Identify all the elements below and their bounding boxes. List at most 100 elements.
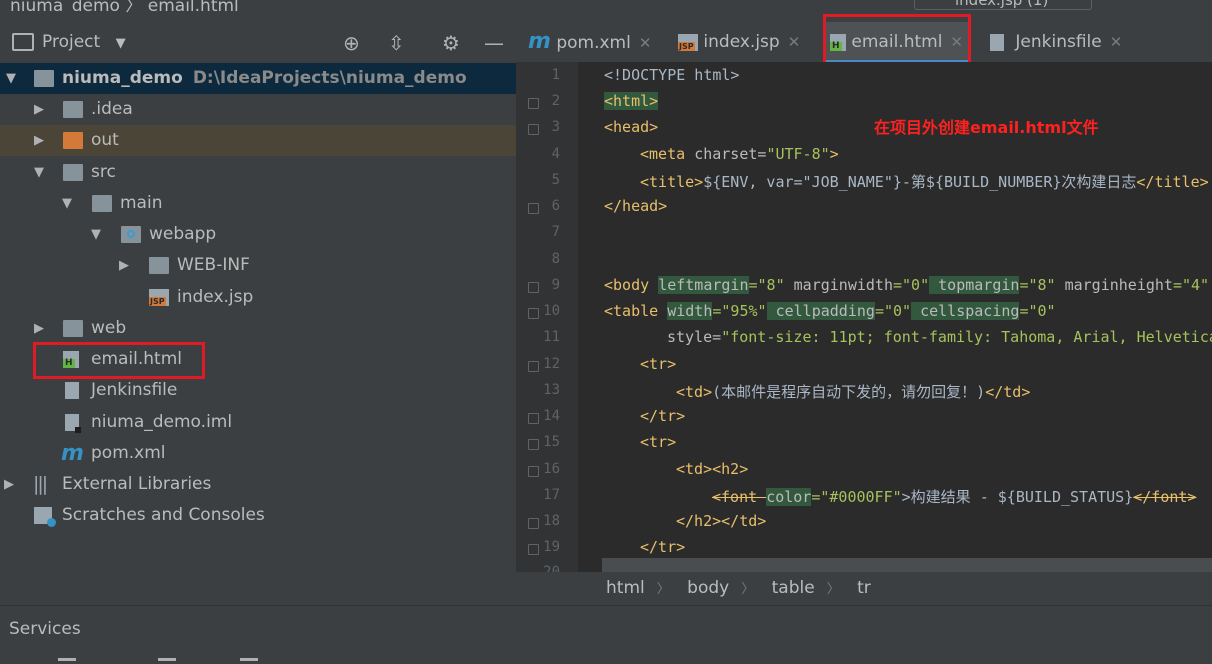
- text-file-icon: [65, 382, 79, 399]
- code-line: </h2></td>: [676, 512, 767, 530]
- chevron-down-icon[interactable]: ▼: [62, 188, 72, 219]
- tree-item-label: WEB-INF: [177, 255, 250, 275]
- services-toolbar-icon[interactable]: [240, 658, 258, 661]
- fold-marker-icon[interactable]: [528, 413, 539, 424]
- fold-marker-icon[interactable]: [528, 439, 539, 450]
- chevron-down-icon[interactable]: ▼: [34, 157, 44, 188]
- services-toolbar-icon[interactable]: [58, 658, 76, 661]
- code-line: <!DOCTYPE html>: [604, 66, 740, 84]
- code-line: </tr>: [640, 538, 686, 556]
- tree-item-out[interactable]: ▶ out: [0, 125, 516, 156]
- gear-icon[interactable]: ⚙: [442, 31, 460, 55]
- fold-marker-icon[interactable]: [528, 308, 539, 319]
- navigation-breadcrumb[interactable]: niuma_demo 〉 email.html: [10, 0, 239, 13]
- line-number: 13: [543, 382, 560, 398]
- breadcrumb-item[interactable]: body: [687, 578, 729, 598]
- tree-item-jenkinsfile[interactable]: Jenkinsfile: [0, 375, 516, 406]
- scratches-icon: [34, 507, 56, 527]
- code-line: </head>: [604, 197, 668, 215]
- chevron-down-icon: ▼: [115, 36, 126, 51]
- fold-marker-icon[interactable]: [528, 282, 539, 293]
- code-line: <meta charset="UTF-8">: [640, 145, 839, 163]
- services-toolbar-icon[interactable]: [158, 658, 176, 661]
- collapse-all-icon[interactable]: ⇳: [388, 31, 405, 55]
- tree-item-label: pom.xml: [91, 443, 166, 463]
- services-title[interactable]: Services: [9, 619, 81, 639]
- fold-marker-icon[interactable]: [528, 203, 539, 214]
- tree-item-label: External Libraries: [62, 474, 212, 494]
- project-view-selector[interactable]: Project ▼: [42, 32, 126, 52]
- run-configuration-select[interactable]: index.jsp (1): [914, 0, 1092, 10]
- tree-item-external-libraries[interactable]: ▶ ||| External Libraries: [0, 469, 516, 500]
- chevron-down-icon[interactable]: ▼: [6, 63, 16, 94]
- tree-item-web[interactable]: ▶ web: [0, 313, 516, 344]
- chevron-right-icon[interactable]: ▶: [4, 469, 14, 500]
- project-view-icon: [12, 33, 34, 51]
- code-line: style="font-size: 11pt; font-family: Tah…: [667, 328, 1212, 346]
- fold-marker-icon[interactable]: [528, 544, 539, 555]
- breadcrumb-item[interactable]: tr: [857, 578, 871, 598]
- project-panel-header: Project ▼ ⊕ ⇳ ⚙ —: [0, 24, 516, 60]
- annotation-text: 在项目外创建email.html文件: [874, 118, 1099, 137]
- tree-item-label: niuma_demo.iml: [91, 412, 233, 432]
- line-number: 11: [543, 329, 560, 345]
- tree-item-index-jsp[interactable]: JSP index.jsp: [0, 282, 516, 313]
- jsp-file-icon: JSP: [149, 289, 169, 306]
- tree-item-idea[interactable]: ▶ .idea: [0, 94, 516, 125]
- tree-item-src[interactable]: ▼ src: [0, 157, 516, 188]
- tree-item-scratches[interactable]: Scratches and Consoles: [0, 500, 516, 531]
- close-icon[interactable]: ✕: [1110, 33, 1123, 51]
- tree-item-web-inf[interactable]: ▶ WEB-INF: [0, 250, 516, 281]
- library-icon: |||: [33, 473, 48, 495]
- code-line: <td><h2>: [676, 460, 749, 478]
- code-line: <td>(本邮件是程序自动下发的，请勿回复！)</td>: [676, 383, 1031, 401]
- maven-icon: m: [528, 29, 551, 54]
- tab-label: index.jsp: [703, 32, 780, 52]
- folder-icon: [92, 195, 112, 212]
- tree-item-main[interactable]: ▼ main: [0, 188, 516, 219]
- tree-item-webapp[interactable]: ▼ webapp: [0, 219, 516, 250]
- tree-item-niuma-demo-iml[interactable]: niuma_demo.iml: [0, 407, 516, 438]
- chevron-right-icon: 〉: [656, 582, 670, 597]
- fold-marker-icon[interactable]: [528, 98, 539, 109]
- chevron-right-icon[interactable]: ▶: [34, 313, 44, 344]
- tab-index-jsp[interactable]: JSP index.jsp ✕: [678, 22, 800, 62]
- code-line: <font color="#0000FF">构建结果 - ${BUILD_STA…: [712, 488, 1197, 506]
- close-icon[interactable]: ✕: [788, 33, 801, 51]
- chevron-right-icon[interactable]: ▶: [34, 94, 44, 125]
- tab-pom-xml[interactable]: m pom.xml ✕: [528, 22, 651, 62]
- tree-item-label: index.jsp: [177, 287, 254, 307]
- tree-item-niuma-demo[interactable]: ▼ niuma_demo D:\IdeaProjects\niuma_demo: [0, 63, 516, 94]
- locate-icon[interactable]: ⊕: [343, 31, 360, 55]
- close-icon[interactable]: ✕: [639, 34, 652, 52]
- fold-marker-icon[interactable]: [528, 124, 539, 135]
- chevron-right-icon[interactable]: ▶: [34, 125, 44, 156]
- hide-panel-icon[interactable]: —: [484, 31, 504, 55]
- web-folder-icon: [121, 226, 141, 243]
- tree-item-label: Scratches and Consoles: [62, 505, 265, 525]
- fold-marker-icon[interactable]: [528, 361, 539, 372]
- folder-icon: [63, 132, 83, 149]
- breadcrumb-item[interactable]: table: [772, 578, 815, 598]
- folder-icon: [63, 320, 83, 337]
- code-editor[interactable]: <!DOCTYPE html> <html> <head> <meta char…: [578, 62, 1212, 572]
- breadcrumb-item[interactable]: html: [606, 578, 645, 598]
- tab-jenkinsfile[interactable]: Jenkinsfile ✕: [990, 22, 1122, 62]
- fold-marker-icon[interactable]: [528, 518, 539, 529]
- code-line: <title>${ENV, var="JOB_NAME"}-第${BUILD_N…: [640, 173, 1209, 191]
- code-line: <head>: [604, 118, 659, 136]
- chevron-right-icon: 〉: [826, 582, 840, 597]
- line-number-gutter: 1 2 3 4 5 6 7 8 9 10 11 12 13 14 15 16 1…: [516, 62, 578, 580]
- horizontal-scrollbar[interactable]: [602, 558, 1212, 572]
- tree-item-label: webapp: [149, 224, 217, 244]
- line-number: 4: [551, 146, 560, 162]
- highlight-box-tree-email: [33, 342, 205, 379]
- text-file-icon: [990, 33, 1004, 51]
- tree-item-pom-xml[interactable]: m pom.xml: [0, 438, 516, 469]
- chevron-down-icon[interactable]: ▼: [91, 219, 101, 250]
- chevron-right-icon[interactable]: ▶: [119, 250, 129, 281]
- project-tree: ▼ niuma_demo D:\IdeaProjects\niuma_demo ▶…: [0, 63, 516, 603]
- code-line: <tr>: [640, 433, 677, 451]
- line-number: 1: [551, 67, 560, 83]
- fold-marker-icon[interactable]: [528, 466, 539, 477]
